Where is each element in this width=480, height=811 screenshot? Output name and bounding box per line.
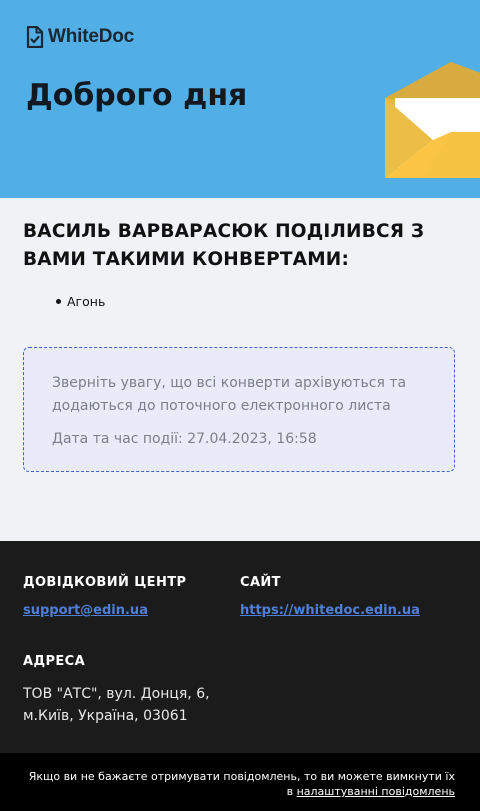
help-center-title: ДОВІДКОВИЙ ЦЕНТР — [23, 575, 187, 590]
support-email-link[interactable]: support@edin.ua — [23, 603, 148, 618]
bullet-icon — [56, 299, 61, 304]
email-header: WhiteDoc Доброго дня — [0, 0, 480, 198]
notice-text: Зверніть увагу, що всі конверти архівуют… — [52, 375, 407, 414]
unsubscribe-bar: Якщо ви не бажаєте отримувати повідомлен… — [0, 753, 480, 811]
address-block: АДРЕСА ТОВ "АТС", вул. Донця, 6, м.Київ,… — [23, 654, 457, 727]
envelope-name: Агонь — [67, 294, 106, 309]
logo-text: WhiteDoc — [48, 26, 135, 47]
notification-settings-link[interactable]: налаштуванні повідомлень — [297, 785, 455, 798]
address-text: ТОВ "АТС", вул. Донця, 6, м.Київ, Україн… — [23, 686, 210, 724]
site-link[interactable]: https://whitedoc.edin.ua — [240, 603, 420, 618]
envelope-list: Агонь — [56, 294, 457, 309]
archive-notice: Зверніть увагу, що всі конверти архівуют… — [23, 347, 455, 472]
address-title: АДРЕСА — [23, 654, 86, 669]
site-title: САЙТ — [240, 575, 281, 590]
site-block: САЙТ https://whitedoc.edin.ua — [240, 575, 457, 618]
greeting-title: Доброго дня — [26, 78, 248, 113]
document-logo-icon — [26, 26, 44, 48]
main-content: ВАСИЛЬ ВАРВАРАСЮК ПОДІЛИВСЯ З ВАМИ ТАКИМ… — [0, 198, 480, 541]
event-date: Дата та час події: 27.04.2023, 16:58 — [52, 431, 317, 447]
shared-envelopes-title: ВАСИЛЬ ВАРВАРАСЮК ПОДІЛИВСЯ З ВАМИ ТАКИМ… — [23, 221, 425, 270]
help-center-block: ДОВІДКОВИЙ ЦЕНТР support@edin.ua — [23, 575, 240, 618]
whitedoc-logo[interactable]: WhiteDoc — [26, 26, 134, 48]
list-item: Агонь — [56, 294, 457, 309]
envelope-illustration-icon — [385, 62, 480, 178]
footer: ДОВІДКОВИЙ ЦЕНТР support@edin.ua САЙТ ht… — [0, 541, 480, 753]
